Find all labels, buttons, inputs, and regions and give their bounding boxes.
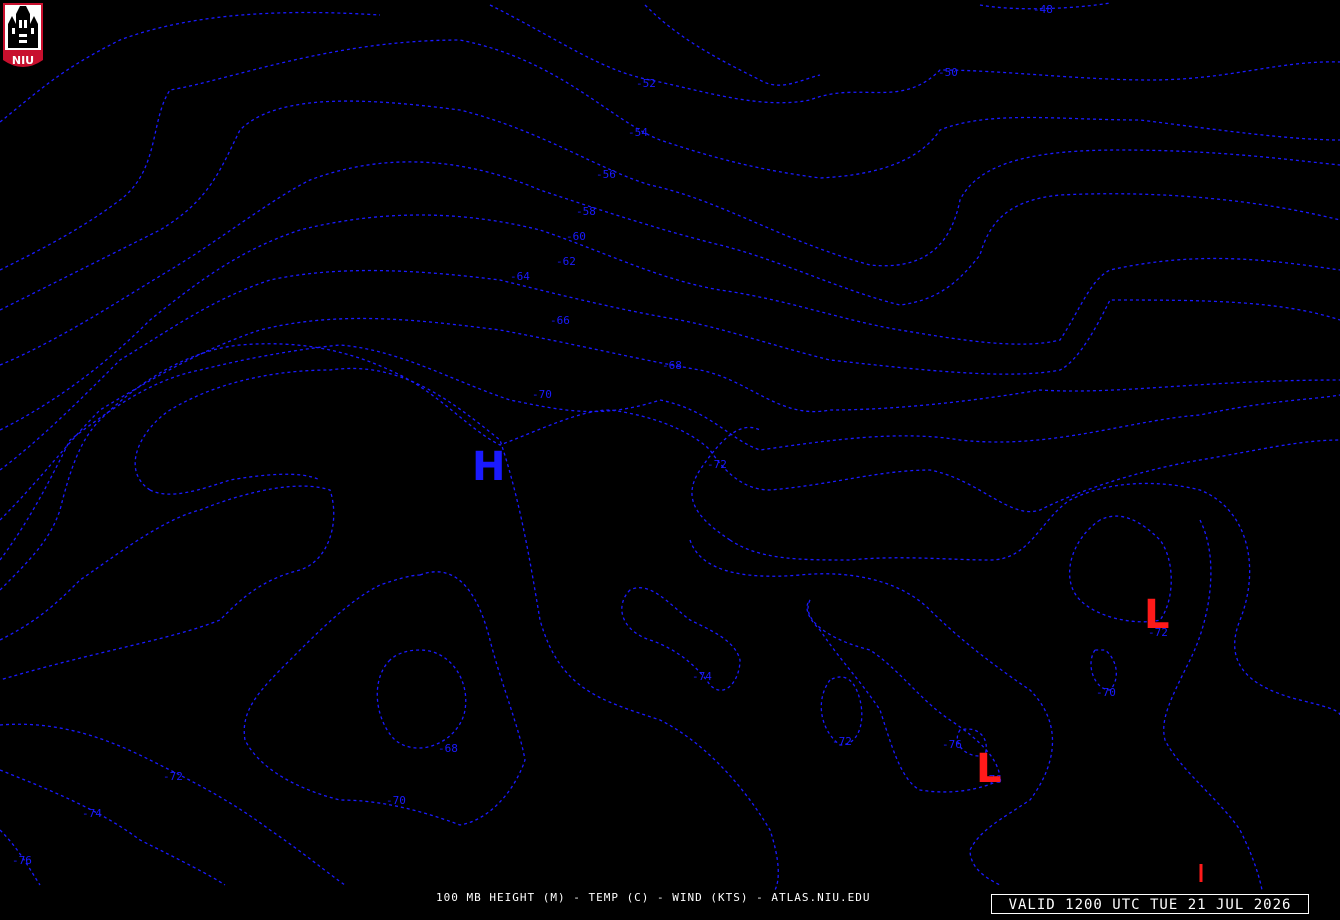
contour-line (0, 11, 381, 123)
contour-label: -74 (82, 807, 102, 820)
contour-label: -76 (942, 738, 962, 751)
weather-map: -48 -50 -52 -54 -56 -58 -60 -62 -64 -66 … (0, 2, 1340, 891)
contour-line (0, 317, 1340, 521)
contour-line (689, 539, 1054, 886)
niu-logo: NIU (3, 3, 43, 67)
contour-line (489, 4, 1340, 104)
contour-label: -48 (1033, 3, 1053, 16)
contour-line (0, 100, 1340, 311)
contour-labels: -48 -50 -52 -54 -56 -58 -60 -62 -64 -66 … (12, 3, 1168, 867)
low-pressure-symbol: L (976, 746, 1002, 792)
contour-label: -70 (532, 388, 552, 401)
contour-line (691, 426, 761, 541)
contour-line (806, 599, 1001, 793)
contour-label: -76 (12, 854, 32, 867)
valid-time-box: VALID 1200 UTC TUE 21 JUL 2026 (991, 894, 1309, 914)
contour-line (0, 214, 1340, 431)
contour-label: -74 (692, 670, 712, 683)
contour-line (0, 343, 1340, 591)
contour-line (0, 161, 1340, 366)
contour-label: -58 (576, 205, 596, 218)
contour-label: -66 (550, 314, 570, 327)
contour-label: -50 (938, 66, 958, 79)
contour-label: -62 (556, 255, 576, 268)
contour-label: -56 (596, 168, 616, 181)
contour-line (729, 482, 1340, 716)
contour-line (134, 367, 779, 891)
contour-label: -72 (707, 458, 727, 471)
contour-label: -72 (163, 770, 183, 783)
contour-line (149, 473, 321, 495)
contour-line (243, 571, 526, 826)
contour-label: -70 (1096, 686, 1116, 699)
contour-line (621, 587, 741, 691)
contour-label: -54 (628, 126, 648, 139)
contour-line (0, 485, 335, 681)
low-pressure-symbol: L (1144, 592, 1170, 638)
contour-line (0, 344, 1340, 561)
contour-line (0, 723, 346, 886)
logo-text: NIU (12, 54, 34, 67)
contour-label: -60 (566, 230, 586, 243)
map-caption: 100 MB HEIGHT (M) - TEMP (C) - WIND (KTS… (436, 891, 871, 904)
contour-line (644, 4, 821, 86)
contour-line (376, 649, 467, 749)
contour-line (0, 39, 1340, 271)
contour-label: -68 (662, 359, 682, 372)
isotherm-contours (0, 2, 1340, 891)
pressure-centers: H L L (472, 444, 1170, 792)
high-pressure-symbol: H (472, 444, 505, 490)
contour-line (1090, 649, 1117, 691)
contour-label: -68 (438, 742, 458, 755)
contour-line (0, 769, 226, 886)
contour-label: -72 (832, 735, 852, 748)
contour-label: -70 (386, 794, 406, 807)
contour-label: -52 (636, 77, 656, 90)
contour-label: -64 (510, 270, 530, 283)
contour-line (1163, 519, 1263, 891)
